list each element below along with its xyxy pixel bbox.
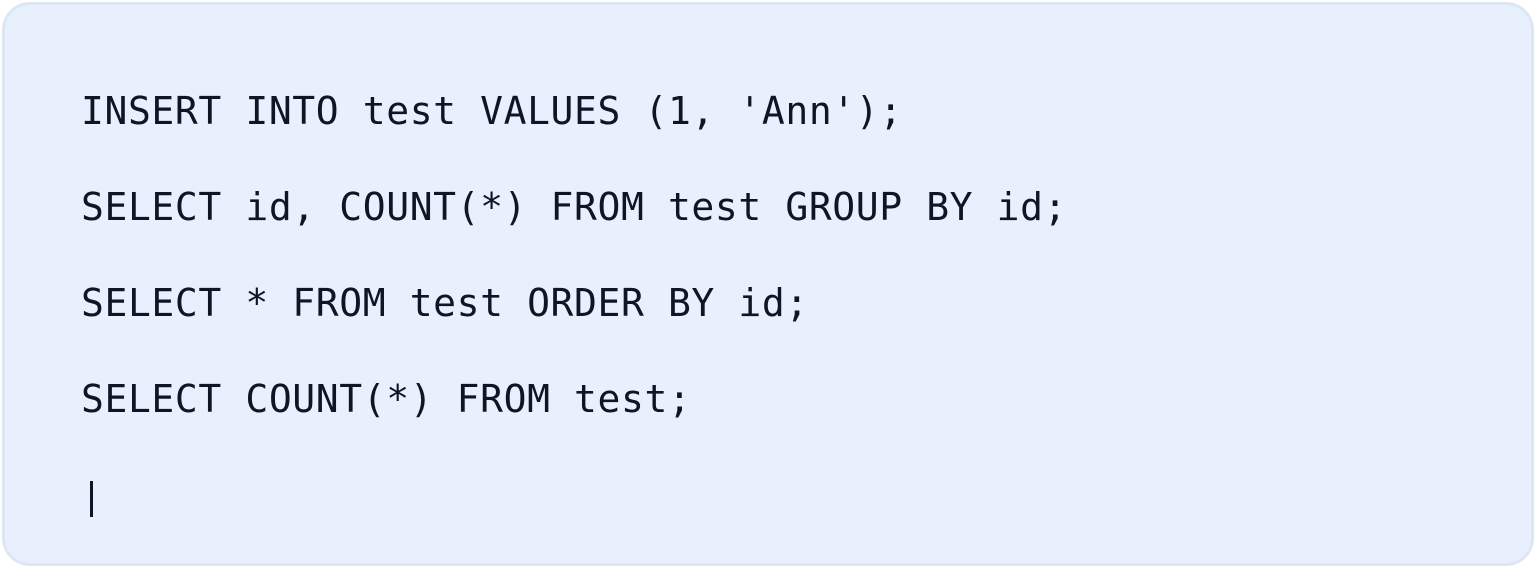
sql-editor-panel[interactable]: INSERT INTO test VALUES (1, 'Ann'); SELE… [2,2,1534,566]
cursor-line[interactable] [81,471,1067,519]
text-cursor [90,481,93,517]
sql-code-area[interactable]: INSERT INTO test VALUES (1, 'Ann'); SELE… [81,87,1067,519]
code-line-1: INSERT INTO test VALUES (1, 'Ann'); [81,89,903,133]
code-line-2: SELECT id, COUNT(*) FROM test GROUP BY i… [81,185,1068,229]
code-line-4: SELECT COUNT(*) FROM test; [81,377,692,421]
code-line-3: SELECT * FROM test ORDER BY id; [81,281,809,325]
